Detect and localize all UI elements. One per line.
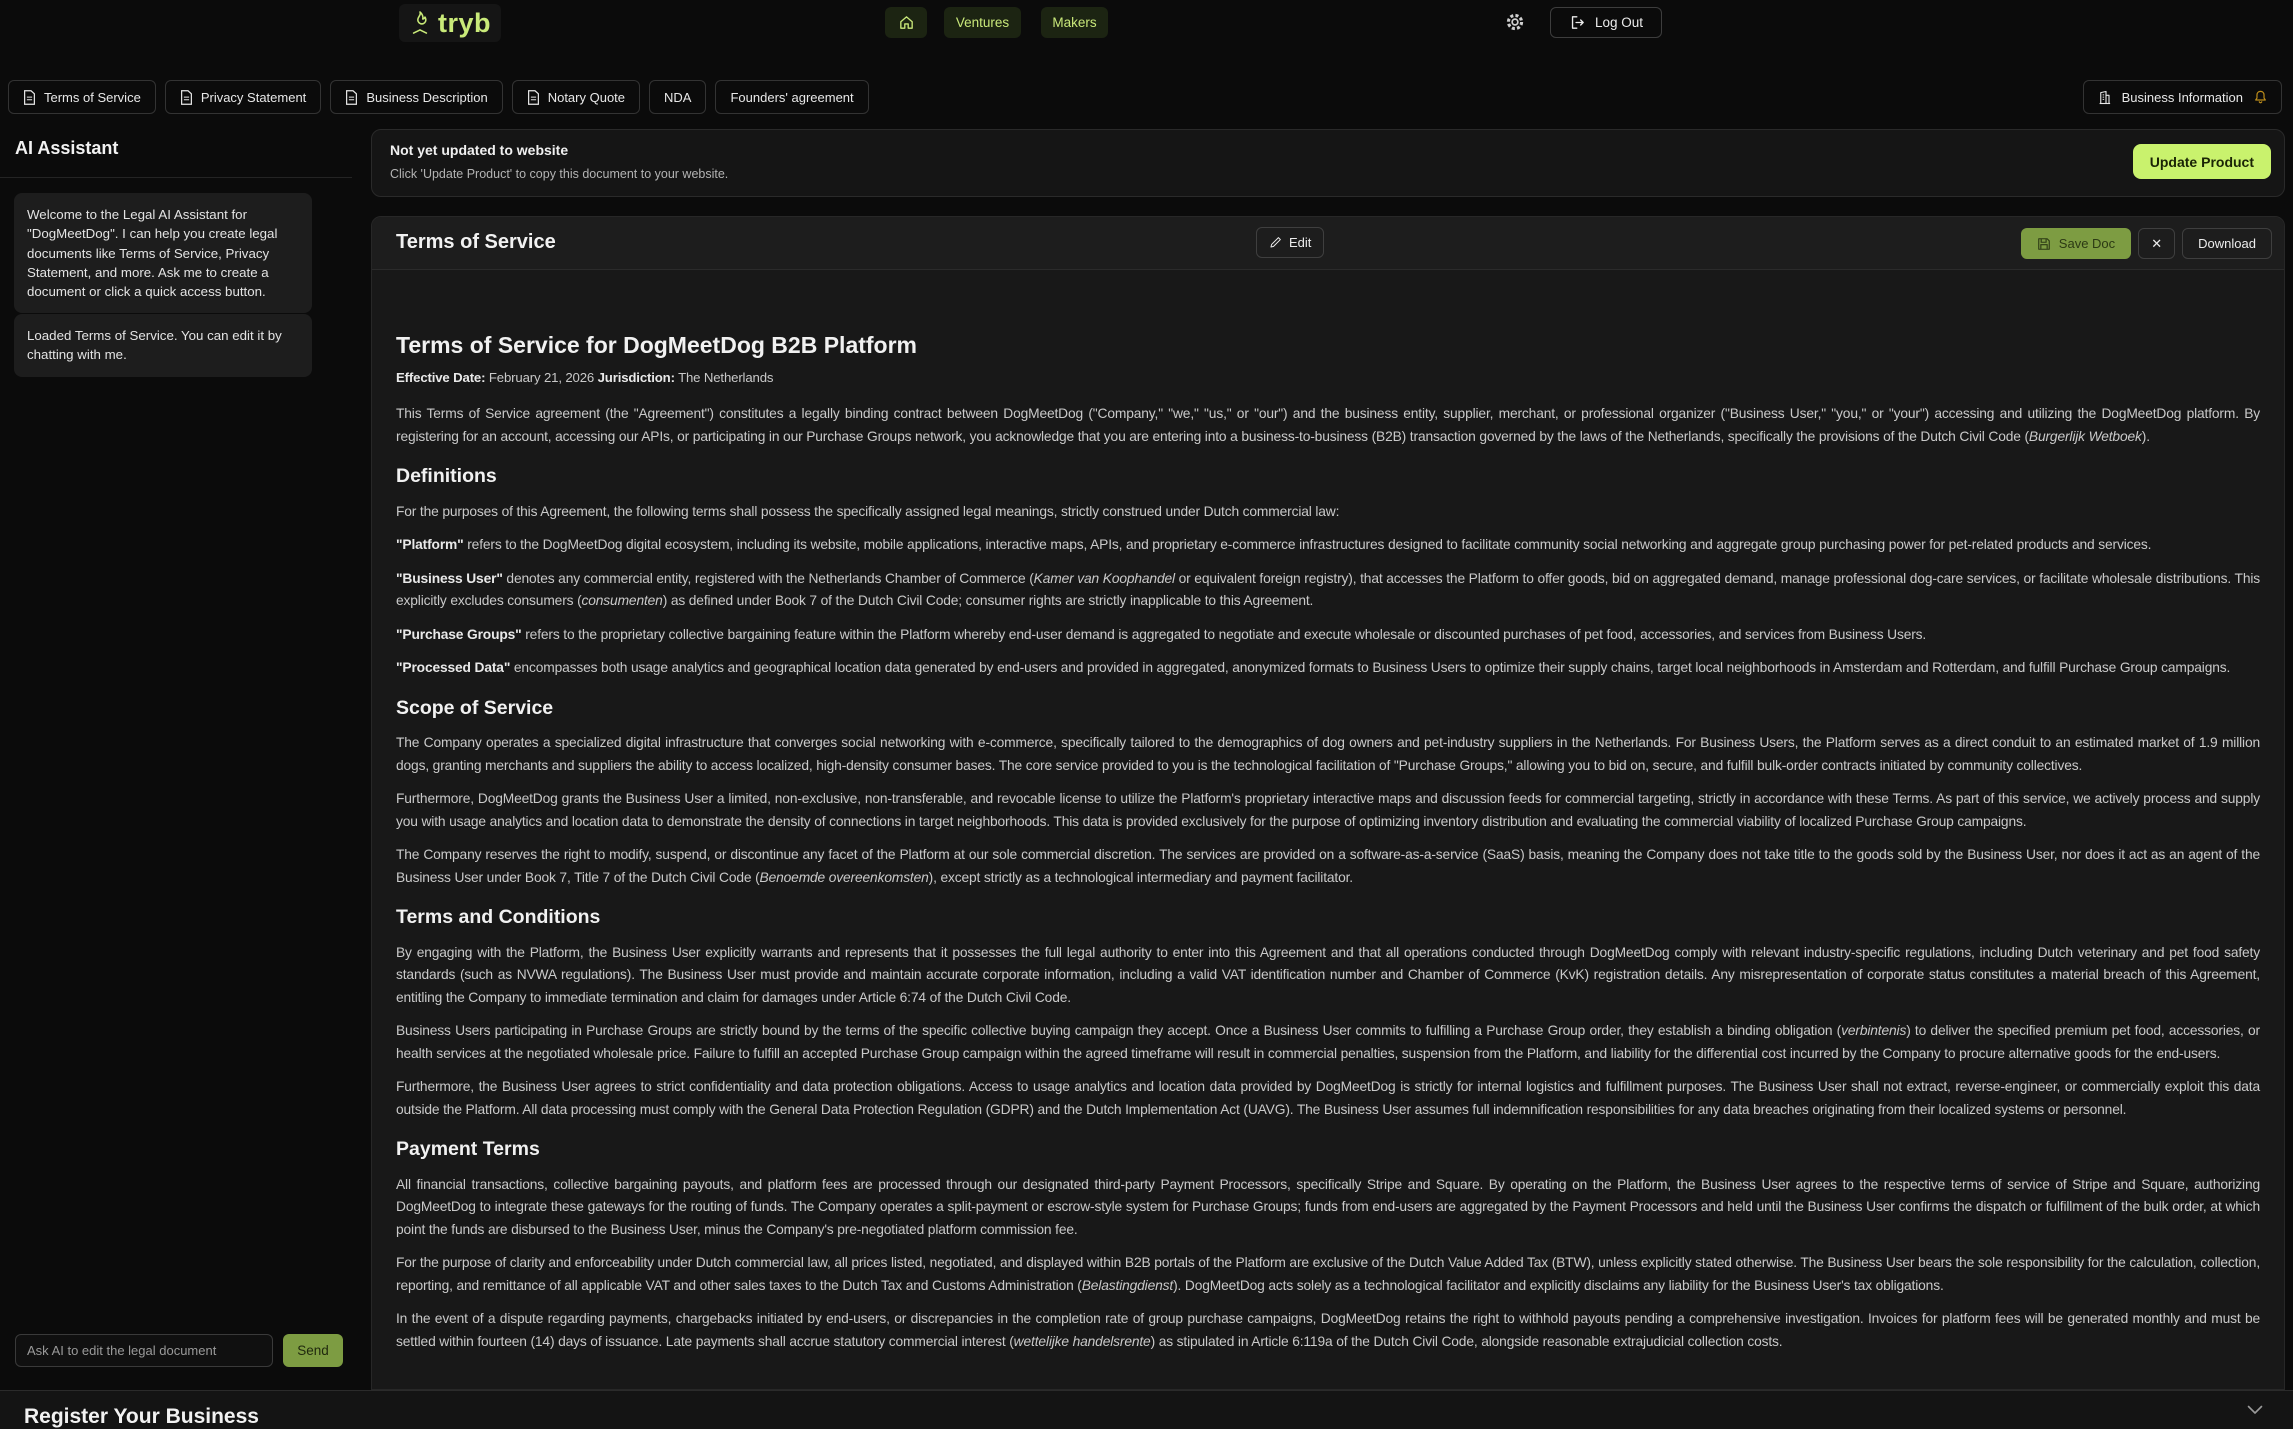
floppy-icon bbox=[2037, 237, 2051, 251]
tab-notary-quote[interactable]: Notary Quote bbox=[512, 80, 640, 114]
brand-logo[interactable]: tryb bbox=[399, 4, 501, 42]
doc-header-actions: Save Doc ✕ Download bbox=[2021, 228, 2272, 259]
tab-label: Business Description bbox=[366, 90, 487, 105]
doc-paragraph: For the purpose of clarity and enforceab… bbox=[396, 1252, 2260, 1297]
doc-paragraph: The Company operates a specialized digit… bbox=[396, 732, 2260, 777]
tab-label: NDA bbox=[664, 90, 691, 105]
doc-paragraph: By engaging with the Platform, the Busin… bbox=[396, 942, 2260, 1010]
tab-label: Privacy Statement bbox=[201, 90, 307, 105]
doc-paragraph: In the event of a dispute regarding paym… bbox=[396, 1308, 2260, 1353]
logout-button[interactable]: Log Out bbox=[1550, 7, 1662, 38]
close-icon: ✕ bbox=[2151, 236, 2162, 252]
building-icon bbox=[2097, 90, 2112, 105]
register-business-title: Register Your Business bbox=[24, 1405, 259, 1429]
nav-ventures-label: Ventures bbox=[956, 15, 1009, 30]
section-heading-terms-and-conditions: Terms and Conditions bbox=[396, 906, 2260, 929]
pencil-icon bbox=[1269, 236, 1282, 249]
doc-paragraph: "Business User" denotes any commercial e… bbox=[396, 568, 2260, 613]
ai-assistant-title: AI Assistant bbox=[15, 138, 118, 159]
update-banner: Not yet updated to website Click 'Update… bbox=[371, 129, 2285, 197]
doc-paragraph: "Platform" refers to the DogMeetDog digi… bbox=[396, 534, 2260, 557]
chat-input-row: Send bbox=[15, 1334, 343, 1367]
download-button[interactable]: Download bbox=[2182, 228, 2272, 259]
brand-name: tryb bbox=[438, 8, 491, 39]
file-icon bbox=[345, 90, 358, 105]
update-product-button[interactable]: Update Product bbox=[2133, 144, 2271, 179]
save-doc-label: Save Doc bbox=[2059, 236, 2115, 251]
file-icon bbox=[180, 90, 193, 105]
notification-bell-icon bbox=[2253, 89, 2268, 105]
document-panel-header: Terms of Service Edit Save Doc bbox=[372, 217, 2284, 270]
tab-founders-agreement[interactable]: Founders' agreement bbox=[715, 80, 868, 114]
top-navbar: tryb Ventures Makers bbox=[0, 0, 2293, 46]
assistant-message: Loaded Terms of Service. You can edit it… bbox=[14, 314, 312, 377]
campfire-logo-icon bbox=[409, 10, 431, 36]
logout-label: Log Out bbox=[1595, 15, 1643, 30]
banner-title: Not yet updated to website bbox=[390, 142, 568, 158]
doc-paragraph: All financial transactions, collective b… bbox=[396, 1174, 2260, 1242]
download-label: Download bbox=[2198, 236, 2256, 251]
nav-makers-label: Makers bbox=[1052, 15, 1096, 30]
nav-makers-button[interactable]: Makers bbox=[1041, 7, 1108, 38]
app-root: tryb Ventures Makers bbox=[0, 0, 2293, 1429]
tab-business-description[interactable]: Business Description bbox=[330, 80, 502, 114]
tab-nda[interactable]: NDA bbox=[649, 80, 706, 114]
document-body[interactable]: Terms of Service for DogMeetDog B2B Plat… bbox=[372, 270, 2284, 1389]
gear-icon bbox=[1504, 11, 1526, 33]
business-information-label: Business Information bbox=[2122, 90, 2243, 105]
chat-input[interactable] bbox=[15, 1334, 273, 1367]
nav-ventures-button[interactable]: Ventures bbox=[944, 7, 1021, 38]
edit-label: Edit bbox=[1289, 235, 1311, 250]
logout-icon bbox=[1569, 14, 1586, 31]
document-title: Terms of Service for DogMeetDog B2B Plat… bbox=[396, 334, 2260, 357]
doc-paragraph: "Purchase Groups" refers to the propriet… bbox=[396, 624, 2260, 647]
register-business-bar[interactable]: Register Your Business bbox=[0, 1390, 2293, 1429]
section-heading-scope-of-service: Scope of Service bbox=[396, 697, 2260, 720]
edit-button[interactable]: Edit bbox=[1256, 227, 1324, 258]
save-doc-button[interactable]: Save Doc bbox=[2021, 228, 2131, 259]
document-panel-title: Terms of Service bbox=[396, 231, 556, 254]
sidebar-divider bbox=[0, 177, 352, 178]
document-tabbar: Terms of Service Privacy Statement Busin… bbox=[8, 80, 2285, 114]
settings-button[interactable] bbox=[1504, 11, 1526, 33]
tab-label: Notary Quote bbox=[548, 90, 625, 105]
business-information-button[interactable]: Business Information bbox=[2083, 80, 2282, 114]
doc-paragraph: Furthermore, the Business User agrees to… bbox=[396, 1076, 2260, 1121]
section-heading-definitions: Definitions bbox=[396, 465, 2260, 488]
home-icon bbox=[898, 14, 915, 31]
document-tabs: Terms of Service Privacy Statement Busin… bbox=[8, 80, 2285, 114]
document-panel: Terms of Service Edit Save Doc bbox=[371, 216, 2285, 1390]
file-icon bbox=[23, 90, 36, 105]
doc-paragraph: "Processed Data" encompasses both usage … bbox=[396, 657, 2260, 680]
tab-label: Founders' agreement bbox=[730, 90, 853, 105]
home-button[interactable] bbox=[885, 7, 927, 38]
doc-paragraph: For the purposes of this Agreement, the … bbox=[396, 501, 2260, 524]
banner-subtitle: Click 'Update Product' to copy this docu… bbox=[390, 167, 728, 181]
tab-label: Terms of Service bbox=[44, 90, 141, 105]
doc-paragraph: This Terms of Service agreement (the "Ag… bbox=[396, 403, 2260, 448]
doc-paragraph: Business Users participating in Purchase… bbox=[396, 1020, 2260, 1065]
file-icon bbox=[527, 90, 540, 105]
close-button[interactable]: ✕ bbox=[2138, 228, 2175, 259]
assistant-message: Welcome to the Legal AI Assistant for "D… bbox=[14, 193, 312, 313]
document-meta: Effective Date: February 21, 2026 Jurisd… bbox=[396, 367, 2260, 390]
chevron-down-icon bbox=[2247, 1405, 2263, 1415]
doc-paragraph: Furthermore, DogMeetDog grants the Busin… bbox=[396, 788, 2260, 833]
send-button[interactable]: Send bbox=[283, 1334, 343, 1367]
doc-paragraph: The Company reserves the right to modify… bbox=[396, 844, 2260, 889]
tab-privacy-statement[interactable]: Privacy Statement bbox=[165, 80, 322, 114]
section-heading-payment-terms: Payment Terms bbox=[396, 1138, 2260, 1161]
tab-terms-of-service[interactable]: Terms of Service bbox=[8, 80, 156, 114]
ai-assistant-sidebar: AI Assistant Welcome to the Legal AI Ass… bbox=[0, 117, 352, 1390]
